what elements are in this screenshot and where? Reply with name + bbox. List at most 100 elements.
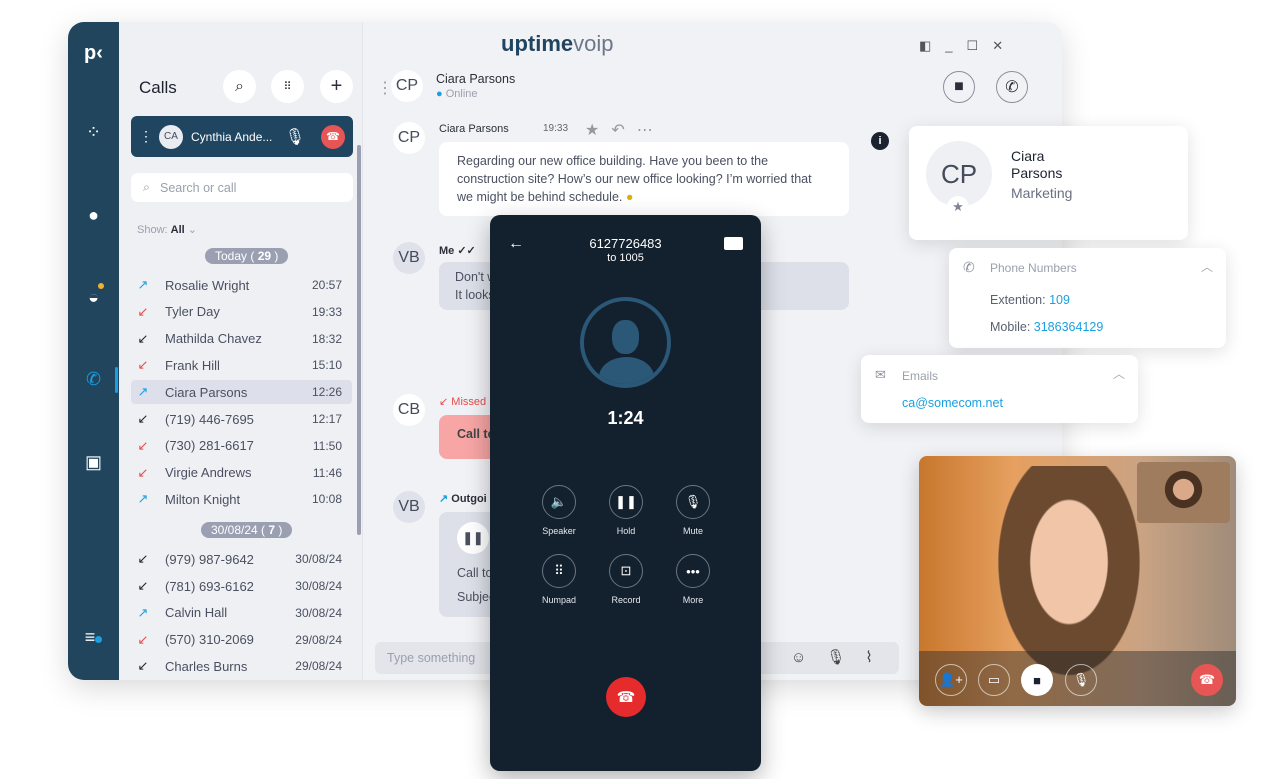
pause-icon[interactable]: ❚❚ xyxy=(457,522,489,554)
call-list-item[interactable]: ↙ (719) 446-7695 12:17 xyxy=(131,407,352,431)
call-list-item[interactable]: ↙ (730) 281-6617 11:50 xyxy=(131,434,352,458)
screen-share-button[interactable]: ▭ xyxy=(978,664,1010,696)
call-list-item[interactable]: ↗ Rosalie Wright 20:57 xyxy=(131,273,352,297)
search-placeholder: Search or call xyxy=(160,180,237,195)
camera-toggle-button[interactable]: ■ xyxy=(1021,664,1053,696)
calls-title: Calls xyxy=(139,78,177,97)
call-name: Calvin Hall xyxy=(165,605,228,621)
missed-call-icon: ↙ xyxy=(137,357,149,373)
search-button[interactable]: ⌕ xyxy=(223,70,256,103)
kebab-icon[interactable]: ⋮ xyxy=(139,128,153,145)
search-input[interactable]: ⌕ Search or call xyxy=(131,173,353,202)
show-filter[interactable]: Show: All ⌄ xyxy=(137,223,197,236)
sidebar-rail: p‹ ⁘ ● ◒ ✆ ▣ ≡ xyxy=(68,22,119,680)
mic-off-icon: 🎙 xyxy=(684,494,702,509)
contact-avatar: CP xyxy=(391,70,423,102)
call-list-item[interactable]: ↗ Calvin Hall 30/08/24 xyxy=(131,601,352,625)
call-list-item[interactable]: ↙ Frank Hill 15:10 xyxy=(131,353,352,377)
end-call-button[interactable]: ☎ xyxy=(606,677,646,717)
extension-link[interactable]: 109 xyxy=(1049,293,1070,307)
mute-button[interactable]: 🎙 xyxy=(676,485,710,519)
self-video-thumbnail[interactable] xyxy=(1137,462,1230,523)
hangup-button[interactable]: ☎ xyxy=(321,124,345,149)
call-number: 6127726483 xyxy=(589,236,662,251)
outgoing-call-icon: ↗ xyxy=(137,604,149,620)
call-button-label: Speaker xyxy=(542,526,576,536)
call-name: (730) 281-6617 xyxy=(165,438,254,454)
app-logo: p‹ xyxy=(84,42,103,64)
user-icon[interactable]: ● xyxy=(68,205,119,226)
call-name: Ciara Parsons xyxy=(165,384,248,400)
date-group-pill: Today ( 29 ) xyxy=(205,248,289,264)
active-indicator xyxy=(115,367,118,393)
email-row: ca@somecom.net xyxy=(902,396,1003,410)
active-call-bar[interactable]: ⋮ CA Cynthia Ande... 🎙 ☎ xyxy=(131,116,353,157)
scrollbar[interactable] xyxy=(357,145,361,535)
info-icon[interactable]: i xyxy=(871,132,889,150)
call-time: 11:50 xyxy=(312,438,342,453)
message-bubble: Regarding our new office building. Have … xyxy=(439,142,849,216)
call-name: Frank Hill xyxy=(165,357,220,373)
call-list-item[interactable]: ↙ (570) 310-2069 29/08/24 xyxy=(131,628,352,652)
missed-call-icon: ↙ xyxy=(137,303,149,319)
chat-icon[interactable]: ◒ xyxy=(68,283,119,308)
add-participant-button[interactable]: 👤+ xyxy=(935,664,967,696)
collapse-icon[interactable]: ︿ xyxy=(1113,365,1125,382)
date-group-pill: 30/08/24 ( 7 ) xyxy=(201,522,293,539)
hold-button[interactable]: ❚❚ xyxy=(609,485,643,519)
video-call-button[interactable]: ■ xyxy=(943,71,975,103)
call-list-item[interactable]: ↗ Ciara Parsons 12:26 xyxy=(131,380,352,405)
contact-card-icon[interactable] xyxy=(724,237,743,250)
call-list-item[interactable]: ↙ Charles Burns 29/08/24 xyxy=(131,654,352,678)
record-button[interactable]: ⊡ xyxy=(609,554,643,588)
email-link[interactable]: ca@somecom.net xyxy=(902,396,1003,410)
call-name: Milton Knight xyxy=(165,491,241,507)
call-list-item[interactable]: ↙ (781) 693-6162 30/08/24 xyxy=(131,574,352,598)
end-video-call-button[interactable]: ☎ xyxy=(1191,664,1223,696)
more-button[interactable]: ••• xyxy=(676,554,710,588)
collapse-icon[interactable]: ︿ xyxy=(1201,258,1213,275)
contact-department: Marketing xyxy=(1011,185,1073,201)
phone-icon: ✆ xyxy=(963,259,975,275)
sidebar-toggle-icon: ◧ xyxy=(919,38,946,53)
call-name: (979) 987-9642 xyxy=(165,551,254,567)
more-icon: ⋯ xyxy=(636,122,665,139)
missed-call-icon: ↙ xyxy=(137,464,149,480)
call-button-label: Hold xyxy=(616,526,636,536)
mobile-link[interactable]: 3186364129 xyxy=(1034,320,1104,334)
call-duration: 1:24 xyxy=(607,408,644,428)
missed-call-icon: ↙ xyxy=(137,631,149,647)
phone-icon[interactable]: ✆ xyxy=(68,369,119,390)
call-name: Tyler Day xyxy=(165,304,220,320)
voice-call-button[interactable]: ✆ xyxy=(996,71,1028,103)
dialpad-button[interactable]: ⠿ xyxy=(271,70,304,103)
call-name: Mathilda Chavez xyxy=(165,331,262,347)
caller-avatar xyxy=(580,297,671,388)
call-time: 11:46 xyxy=(312,465,342,480)
apps-icon[interactable]: ⁘ xyxy=(68,122,119,143)
contact-name: Ciara Parsons xyxy=(1011,148,1063,181)
emoji-icon: ☺ xyxy=(791,649,827,666)
mail-icon: ✉ xyxy=(875,367,886,382)
outgoing-call-icon: ↗ xyxy=(137,491,149,507)
speaker-button[interactable]: 🔈 xyxy=(542,485,576,519)
call-list-item[interactable]: ↙ (979) 987-9642 30/08/24 xyxy=(131,547,352,571)
call-time: 30/08/24 xyxy=(295,552,342,567)
outgoing-call-icon: ↗ xyxy=(137,277,149,292)
call-list-item[interactable]: ↙ Virgie Andrews 11:46 xyxy=(131,461,352,485)
message-actions[interactable]: ★↶⋯ xyxy=(585,120,665,140)
call-list-item[interactable]: ↗ Milton Knight 10:08 xyxy=(131,487,352,511)
mic-icon[interactable]: 🎙 xyxy=(285,127,305,147)
menu-icon[interactable]: ≡ xyxy=(68,627,119,648)
call-list-item[interactable]: ↙ Mathilda Chavez 18:32 xyxy=(131,327,352,351)
add-button[interactable]: + xyxy=(320,70,353,103)
window-controls[interactable]: ◧_☐✕ xyxy=(919,38,1017,54)
input-actions[interactable]: ☺🎙⌇ xyxy=(791,648,893,666)
contacts-book-icon[interactable]: ▣ xyxy=(68,452,119,473)
numpad-button[interactable]: ⠿ xyxy=(542,554,576,588)
more-icon: ••• xyxy=(686,563,700,579)
favorite-star-icon[interactable]: ★ xyxy=(947,196,969,218)
maximize-icon: ☐ xyxy=(966,38,993,53)
call-list-item[interactable]: ↙ Tyler Day 19:33 xyxy=(131,300,352,324)
mute-button[interactable]: 🎙 xyxy=(1065,664,1097,696)
